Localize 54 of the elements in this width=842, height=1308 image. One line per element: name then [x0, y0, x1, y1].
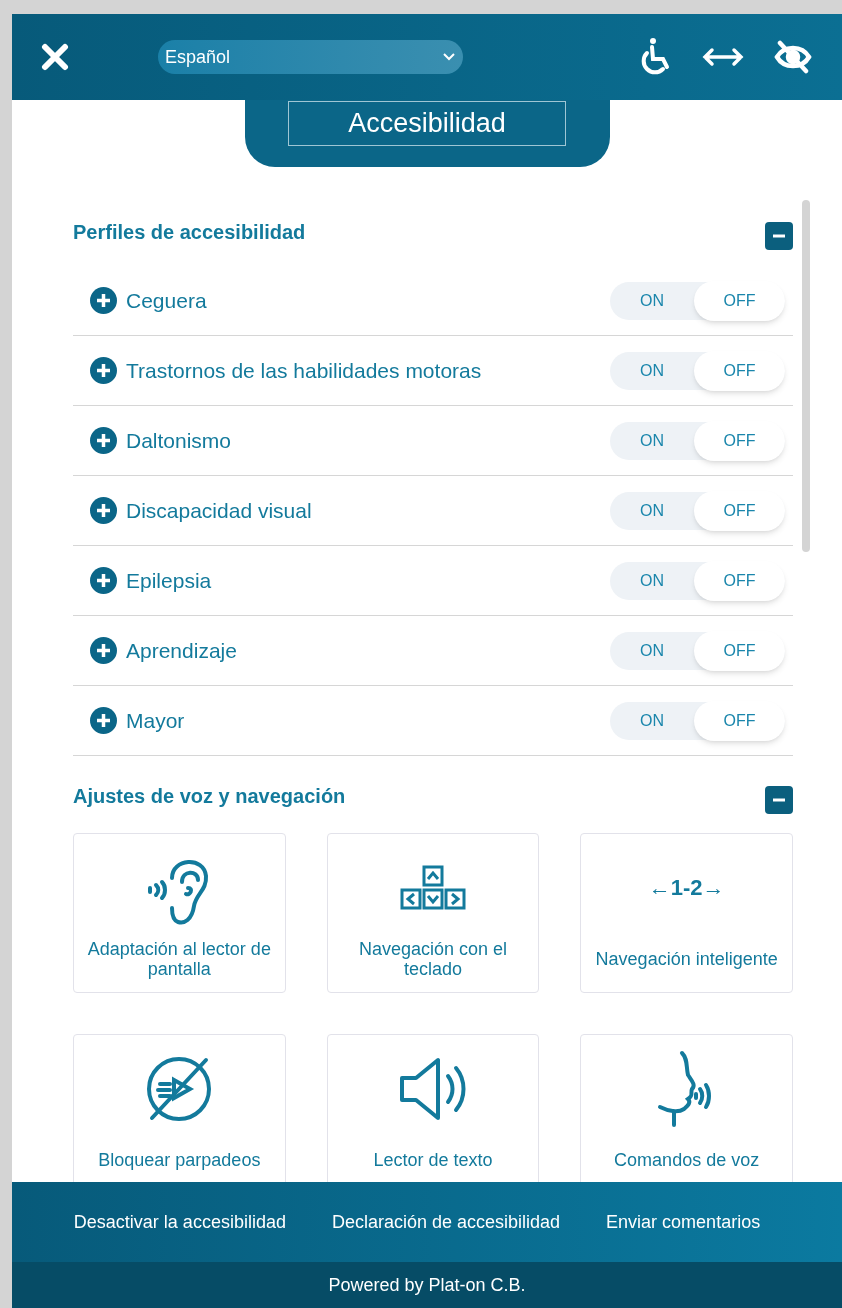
on-option[interactable]: ON	[610, 490, 695, 531]
off-option[interactable]: OFF	[694, 700, 785, 741]
on-off-toggle[interactable]: ON OFF	[610, 631, 785, 670]
profile-label: Mayor	[126, 707, 185, 734]
on-option[interactable]: ON	[610, 280, 695, 321]
plus-circle-icon[interactable]	[90, 497, 117, 524]
on-off-toggle[interactable]: ON OFF	[610, 491, 785, 530]
arrows-numbers-icon: ←1-2→	[648, 877, 725, 899]
plus-circle-icon[interactable]	[90, 427, 117, 454]
section-heading: Ajustes de voz y navegación	[73, 784, 346, 809]
on-option[interactable]: ON	[610, 350, 695, 391]
off-option[interactable]: OFF	[694, 490, 785, 531]
off-option[interactable]: OFF	[694, 350, 785, 391]
plus-circle-icon[interactable]	[90, 287, 117, 314]
plus-circle-icon[interactable]	[90, 567, 117, 594]
powered-by-text: Powered by Plat-on C.B.	[328, 1273, 526, 1297]
off-option[interactable]: OFF	[694, 420, 785, 461]
footer-link[interactable]: Desactivar la accesibilidad	[73, 1208, 286, 1236]
footer-link[interactable]: Enviar comentarios	[606, 1208, 761, 1236]
plus-circle-icon[interactable]	[90, 357, 117, 384]
close-button[interactable]	[40, 42, 70, 72]
on-off-toggle[interactable]: ON OFF	[610, 351, 785, 390]
arrow-keys-icon	[400, 865, 466, 911]
plus-circle-icon[interactable]	[90, 637, 117, 664]
profile-label: Epilepsia	[126, 567, 212, 594]
profile-label: Aprendizaje	[126, 637, 237, 664]
on-off-toggle[interactable]: ON OFF	[610, 421, 785, 460]
off-option[interactable]: OFF	[694, 280, 785, 321]
plus-circle-icon[interactable]	[90, 707, 117, 734]
profile-label: Discapacidad visual	[126, 497, 312, 524]
on-off-toggle[interactable]: ON OFF	[610, 281, 785, 320]
feature-tile[interactable]: ←1-2→ Navegación inteligente	[580, 833, 793, 993]
on-option[interactable]: ON	[610, 630, 695, 671]
on-option[interactable]: ON	[610, 700, 695, 741]
on-off-toggle[interactable]: ON OFF	[610, 701, 785, 740]
collapse-button[interactable]	[765, 786, 793, 814]
feature-tile[interactable]: Navegación con el teclado	[326, 833, 540, 993]
on-off-toggle[interactable]: ON OFF	[610, 561, 785, 600]
scrollbar[interactable]	[802, 200, 810, 552]
panel-title: Accesibilidad	[288, 101, 566, 146]
language-select[interactable]: Español	[158, 40, 463, 74]
on-option[interactable]: ON	[610, 420, 695, 461]
feature-tile[interactable]: Adaptación al lector de pantalla	[73, 833, 286, 993]
footer-link[interactable]: Declaración de accesibilidad	[331, 1208, 561, 1236]
off-option[interactable]: OFF	[694, 560, 785, 601]
off-option[interactable]: OFF	[694, 630, 785, 671]
hide-eye-button[interactable]	[774, 39, 812, 75]
section-heading: Perfiles de accesibilidad	[73, 220, 306, 245]
on-option[interactable]: ON	[610, 560, 695, 601]
chevron-down-icon	[442, 52, 456, 62]
profile-label: Daltonismo	[126, 427, 232, 454]
profile-label: Ceguera	[126, 287, 207, 314]
profile-label: Trastornos de las habilidades motoras	[126, 357, 482, 384]
collapse-button[interactable]	[765, 222, 793, 250]
